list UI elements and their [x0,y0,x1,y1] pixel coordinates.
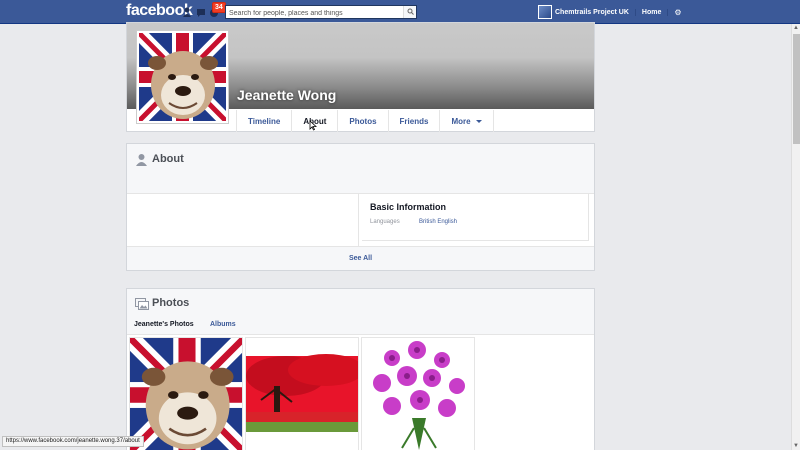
nav-home-link[interactable]: Home [636,8,669,16]
nav-page-link[interactable]: Chemtrails Project UK [555,8,636,16]
about-footer: See All [127,246,594,270]
nav-right-group: Chemtrails Project UK Home ⚙ [538,4,682,20]
tab-photos[interactable]: Photos [337,110,387,132]
tab-timeline[interactable]: Timeline [236,110,291,132]
profile-tabs: Timeline About Photos Friends More [236,110,494,132]
mouse-cursor-icon [309,120,317,131]
browser-status-url: https://www.facebook.com/jeanette.wong.3… [2,436,144,447]
purple-orchids-photo [362,338,474,450]
photo-thumbnail[interactable] [245,337,359,450]
photo-thumbnail[interactable] [129,337,243,450]
person-icon [136,154,147,166]
tab-albums[interactable]: Albums [210,321,236,328]
scroll-up-arrow-icon[interactable]: ▲ [793,25,799,31]
profile-header: Jeanette Wong Timeline About Photos Frie… [126,22,595,132]
tab-own-photos[interactable]: Jeanette's Photos [134,321,194,328]
about-section: About Basic Information Languages Britis… [126,143,595,271]
caret-down-icon [475,119,482,123]
about-header: About [127,144,594,194]
languages-value[interactable]: British English [419,219,457,225]
messages-icon[interactable] [196,6,206,18]
friend-requests-icon[interactable] [182,6,192,18]
basic-information-box: Basic Information Languages British Engl… [362,194,589,241]
photos-section: Photos Jeanette's Photos Albums [126,288,595,450]
gear-icon[interactable]: ⚙ [668,8,681,17]
scrollbar-thumb[interactable] [793,34,800,144]
photo-thumbnail[interactable] [361,337,475,450]
red-tree-photo [246,338,358,450]
bulldog-union-jack-photo [134,28,231,126]
photos-header: Photos Jeanette's Photos Albums [127,289,594,335]
search-box [225,5,417,20]
photos-title[interactable]: Photos [152,297,189,309]
search-icon [407,8,414,15]
tab-more[interactable]: More [439,110,494,132]
basic-information-title: Basic Information [370,202,447,212]
bulldog-union-jack-photo [130,338,242,450]
about-title[interactable]: About [152,153,184,165]
profile-picture[interactable] [134,28,231,126]
tab-more-label: More [451,116,471,126]
languages-label: Languages [370,219,400,225]
see-all-link[interactable]: See All [349,255,372,262]
page-scrollbar[interactable]: ▲ ▼ [791,24,800,450]
photos-icon [135,298,149,310]
scroll-down-arrow-icon[interactable]: ▼ [793,443,799,449]
search-button[interactable] [403,6,416,18]
tab-friends[interactable]: Friends [387,110,440,132]
about-left-column [127,194,359,246]
top-navigation-bar: facebook 34 Chemtrails Project UK Home ⚙ [0,0,800,24]
profile-name[interactable]: Jeanette Wong [237,87,336,103]
search-input[interactable] [226,7,401,20]
page-avatar[interactable] [538,5,552,19]
notification-count-badge: 34 [212,2,226,13]
